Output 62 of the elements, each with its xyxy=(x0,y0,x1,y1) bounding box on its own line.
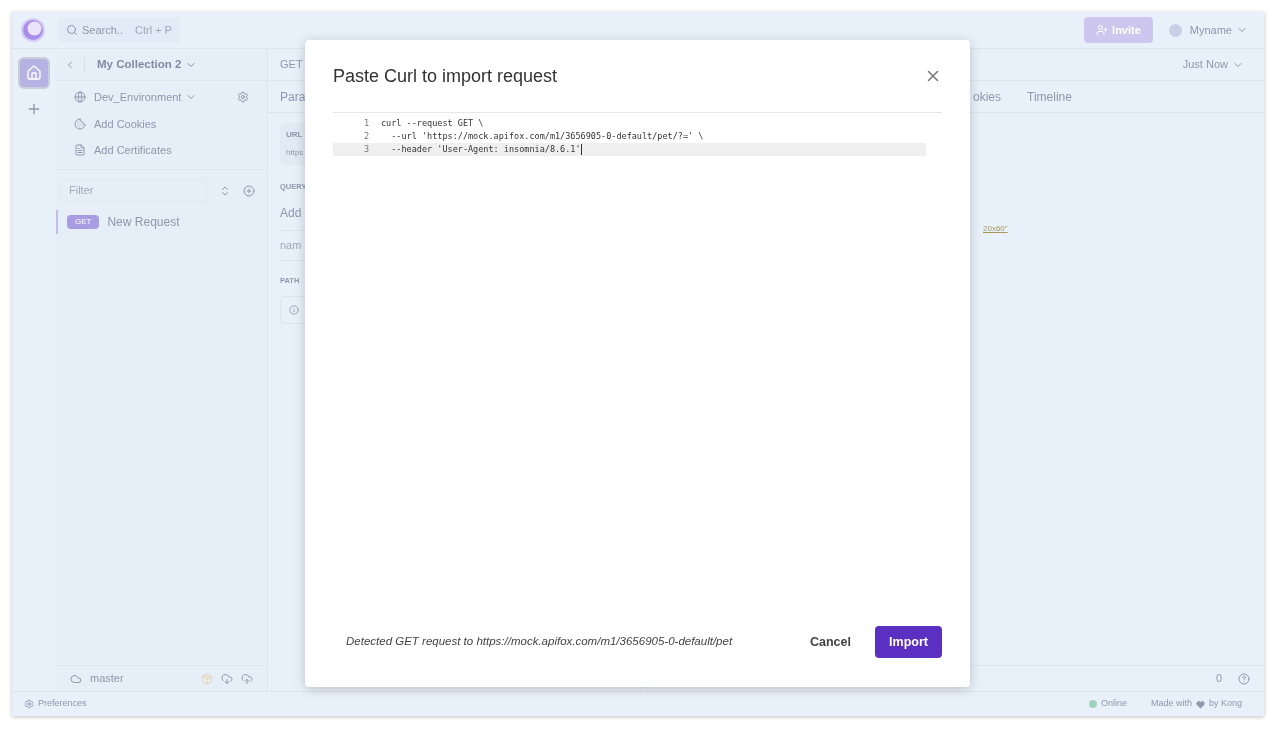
request-name: New Request xyxy=(107,213,180,231)
code-line: --header 'User-Agent: insomnia/8.6.1' xyxy=(390,143,581,156)
settings-icon[interactable] xyxy=(237,91,249,104)
shortcut-hint: Ctrl + P xyxy=(134,22,172,38)
logo-icon xyxy=(20,17,46,43)
name-field[interactable]: nam xyxy=(280,239,302,252)
globe-icon xyxy=(74,91,86,104)
import-button[interactable]: Import xyxy=(875,626,942,658)
time-menu[interactable]: Just Now xyxy=(1182,56,1244,73)
cancel-button[interactable]: Cancel xyxy=(798,626,863,658)
cloud-icon xyxy=(70,672,82,685)
line-number: 2 xyxy=(362,130,369,143)
cloud-download-icon[interactable] xyxy=(221,672,233,685)
collection-menu[interactable]: My Collection 2 xyxy=(97,55,198,74)
url-label: URL xyxy=(286,129,304,141)
line-number: 3 xyxy=(362,143,369,156)
url-value: https xyxy=(286,147,304,159)
help-icon[interactable] xyxy=(1238,672,1250,685)
search-placeholder: Search.. xyxy=(82,22,123,38)
invite-button[interactable]: Invite xyxy=(1084,17,1153,43)
line-number: 1 xyxy=(362,117,369,130)
method-tag: GET xyxy=(67,214,100,229)
settings-icon xyxy=(24,699,34,709)
document-icon xyxy=(74,144,86,157)
sort-icon[interactable] xyxy=(219,184,231,197)
count: 0 xyxy=(1215,671,1222,687)
home-icon xyxy=(26,65,42,81)
detected-message: Detected GET request to https://mock.apifox.com/m1/3656905-0-default/pet xyxy=(346,634,734,650)
code-line: curl --request GET \ xyxy=(381,117,484,130)
search-field[interactable]: Search.. Ctrl + P xyxy=(58,17,180,43)
preferences-link[interactable]: Preferences xyxy=(38,697,87,711)
method-label[interactable]: GET xyxy=(280,56,303,73)
user-plus-icon xyxy=(1096,24,1109,36)
sidebar-link[interactable]: Add Cookies xyxy=(94,115,157,132)
dialog-title: Paste Curl to import request xyxy=(333,64,558,88)
kong-text: by Kong xyxy=(1208,697,1242,711)
plus-icon[interactable] xyxy=(26,101,42,117)
cloud-upload-icon[interactable] xyxy=(241,672,253,685)
code-editor[interactable]: 1 curl --request GET \ 2 --url 'https://mock.apifox.com/m1/3656905-0-default/pet/?=' \ 3 --header 'User-Agent: insomnia/8.6.1' xyxy=(333,113,942,156)
tab[interactable]: Para xyxy=(280,87,306,106)
code-line: --url 'https://mock.apifox.com/m1/3656905-0-default/pet/?=' \ xyxy=(390,130,704,143)
online-status: Online xyxy=(1100,697,1127,711)
filter-field[interactable]: Filter xyxy=(60,179,207,202)
package-icon[interactable] xyxy=(201,672,213,685)
user-menu[interactable]: Myname xyxy=(1168,21,1248,39)
request-item[interactable]: GET New Request xyxy=(56,209,267,234)
search-icon xyxy=(66,24,78,36)
heart-icon xyxy=(1195,699,1205,709)
add-link[interactable]: Add xyxy=(280,204,302,223)
home-button[interactable] xyxy=(18,57,50,89)
environment-menu[interactable]: Dev_Environment xyxy=(94,89,198,106)
tab[interactable]: Timeline xyxy=(1027,87,1072,106)
made-with-text: Made with xyxy=(1150,697,1192,711)
cookie-icon xyxy=(74,117,86,130)
info-icon xyxy=(289,304,299,316)
sidebar-link[interactable]: Add Certificates xyxy=(94,142,172,159)
add-circle-icon[interactable] xyxy=(243,184,255,197)
branch-name[interactable]: master xyxy=(90,670,124,687)
body-text: 20x60" xyxy=(983,223,1009,235)
avatar xyxy=(1168,23,1182,37)
text-cursor xyxy=(580,144,582,155)
tab[interactable]: okies xyxy=(973,87,1001,106)
